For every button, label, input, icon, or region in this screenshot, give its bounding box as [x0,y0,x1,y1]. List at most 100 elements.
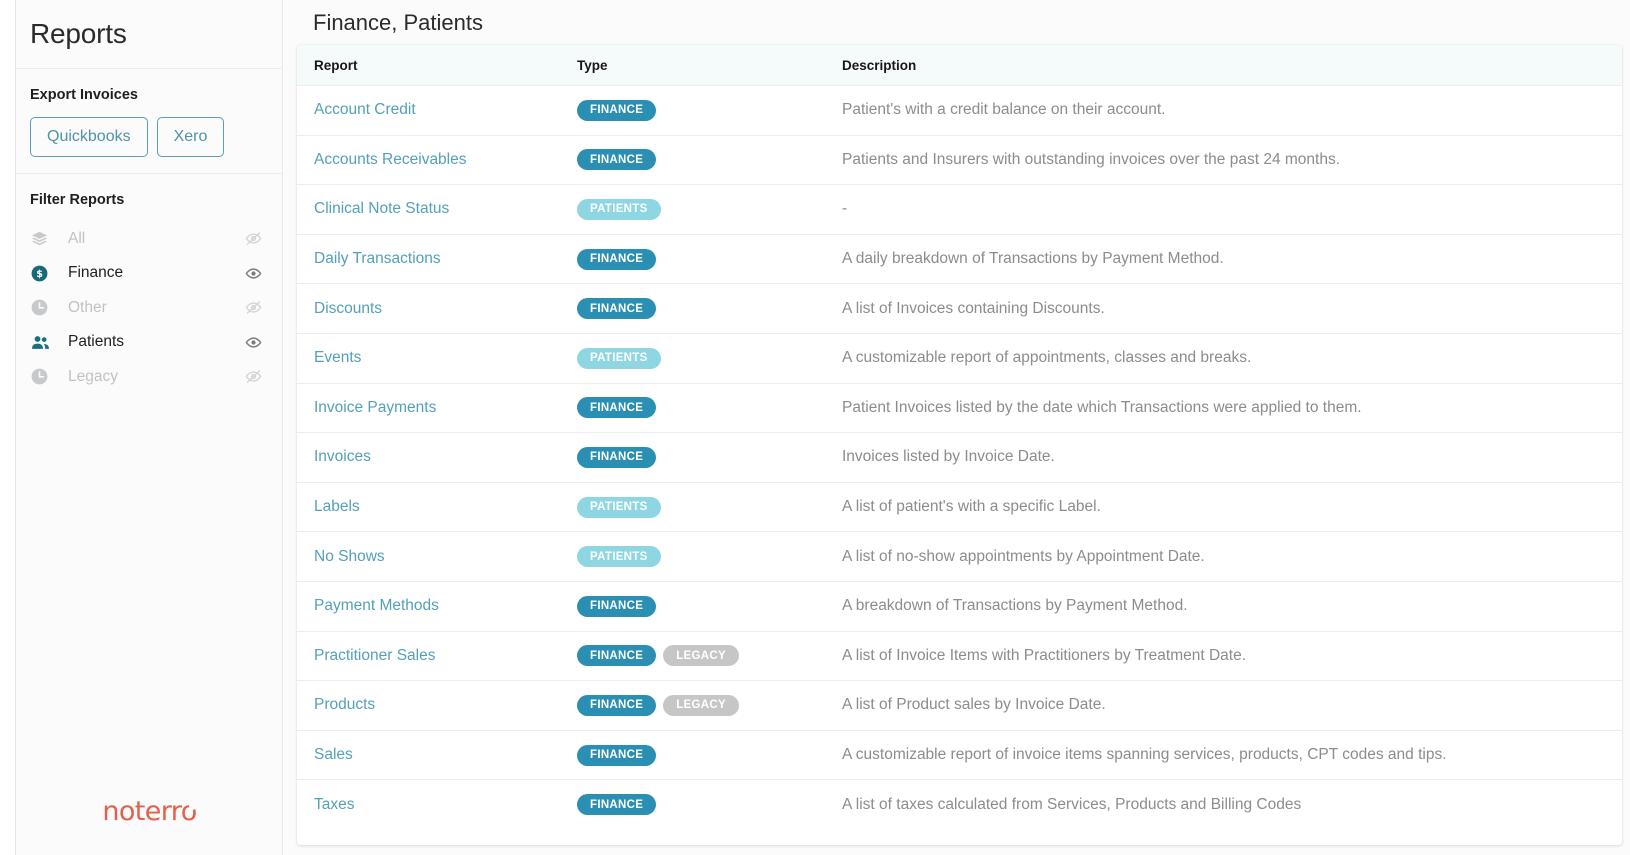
cell-type: FINANCE [577,730,838,781]
sidebar-item-other[interactable]: Other [30,291,268,326]
table-row: Practitioner Sales FINANCE LEGACY A list of… [297,631,1622,682]
cell-report: Payment Methods [297,581,577,632]
sidebar-item-all[interactable]: All [30,222,268,257]
type-badges: FINANCE [577,595,838,617]
report-description: - [842,200,848,218]
table-row: Discounts FINANCE A list of Invoices conta… [297,283,1622,334]
sidebar-item-patients[interactable]: Patients [30,325,268,360]
table-row: Taxes FINANCE A list of taxes calculated f… [297,780,1622,829]
cell-description: Patient's with a credit balance on their… [838,85,1622,136]
report-link[interactable]: Daily Transactions [297,250,441,268]
main-header: Finance, Patients [283,0,1630,45]
report-link[interactable]: Discounts [297,300,382,318]
report-link[interactable]: Accounts Receivables [297,151,467,169]
cell-type: FINANCE [577,432,838,483]
cell-type: PATIENTS [577,333,838,384]
status-badge-finance: FINANCE [577,397,657,419]
cell-type: FINANCE [577,85,838,136]
report-description: A list of patient's with a specific Labe… [842,498,1101,516]
cell-type: FINANCE LEGACY [577,631,838,682]
reports-table-card: Report Type Description Account Credit FI… [297,45,1622,845]
eye-off-icon-all[interactable] [242,230,264,247]
export-buttons-group: Quickbooks Xero [30,117,268,157]
table-row: Products FINANCE LEGACY A list of Product s… [297,680,1622,731]
status-badge-patients: PATIENTS [577,546,661,568]
report-link[interactable]: Payment Methods [297,597,439,615]
cell-report: Products [297,680,577,731]
eye-off-icon-other[interactable] [242,299,264,316]
table-row: Labels PATIENTS A list of patient's with a… [297,482,1622,533]
status-badge-finance: FINANCE [577,446,657,468]
status-badge-finance: FINANCE [577,694,657,716]
export-invoices-heading: Export Invoices [30,87,138,103]
cell-report: Discounts [297,283,577,334]
report-link[interactable]: Labels [297,498,360,516]
sidebar-item-finance[interactable]: $ Finance [30,256,268,291]
cell-type: FINANCE [577,283,838,334]
sidebar-item-label-legacy: Legacy [68,367,118,385]
report-link[interactable]: Events [297,349,361,367]
table-row: Invoices FINANCE Invoices listed by Invoic… [297,432,1622,483]
sidebar-item-label-other: Other [68,298,107,316]
type-badges: FINANCE [577,744,838,766]
xero-export-button[interactable]: Xero [156,117,225,157]
report-link[interactable]: Account Credit [297,101,416,119]
cell-type: PATIENTS [577,482,838,533]
type-badges: PATIENTS [577,198,838,220]
report-link[interactable]: Clinical Note Status [297,200,449,218]
type-badges: FINANCE [577,149,838,171]
eye-icon-patients[interactable] [242,334,264,351]
table-header-row: Report Type Description [297,45,1622,86]
report-link[interactable]: Invoices [297,448,371,466]
report-description: A daily breakdown of Transactions by Pay… [842,250,1224,268]
eye-icon-finance[interactable] [242,265,264,282]
cell-report: Invoice Payments [297,383,577,434]
report-description: Invoices listed by Invoice Date. [842,448,1055,466]
eye-off-icon-legacy[interactable] [242,368,264,385]
cell-type: FINANCE [577,234,838,285]
status-badge-patients: PATIENTS [577,496,661,518]
report-description: A list of Product sales by Invoice Date. [842,696,1106,714]
table-head: Report Type Description [297,45,1622,86]
sidebar-item-legacy[interactable]: Legacy [30,360,268,395]
report-description: Patient's with a credit balance on their… [842,101,1166,119]
status-badge-legacy: LEGACY [663,694,739,716]
report-description: A customizable report of appointments, c… [842,349,1252,367]
report-link[interactable]: No Shows [297,548,385,566]
table-row: Invoice Payments FINANCE Patient Invoices … [297,383,1622,434]
cell-report: No Shows [297,531,577,582]
type-badges: PATIENTS [577,347,838,369]
cell-description: A list of Invoice Items with Practitione… [838,631,1622,682]
table-row: Clinical Note Status PATIENTS - [297,184,1622,235]
quickbooks-export-button[interactable]: Quickbooks [30,117,148,157]
cell-description: Patient Invoices listed by the date whic… [838,383,1622,434]
clock-icon-other [30,297,56,319]
export-invoices-section: Export Invoices Quickbooks Xero [16,69,282,174]
type-badges: FINANCE [577,248,838,270]
type-badges: FINANCE LEGACY [577,645,838,667]
status-badge-finance: FINANCE [577,645,657,667]
cell-description: A list of patient's with a specific Labe… [838,482,1622,533]
report-link[interactable]: Invoice Payments [297,399,436,417]
cell-report: Sales [297,730,577,781]
report-description: A customizable report of invoice items s… [842,746,1447,764]
report-link[interactable]: Products [297,696,375,714]
main-title: Finance, Patients [313,9,483,35]
report-link[interactable]: Taxes [297,796,355,814]
report-description: A list of no-show appointments by Appoin… [842,547,1205,565]
report-link[interactable]: Practitioner Sales [297,647,435,665]
table-row: Events PATIENTS A customizable report of a… [297,333,1622,384]
cell-description: A breakdown of Transactions by Payment M… [838,581,1622,632]
cell-report: Account Credit [297,85,577,136]
cell-report: Labels [297,482,577,533]
status-badge-finance: FINANCE [577,99,657,121]
report-link[interactable]: Sales [297,746,353,764]
table-row: Payment Methods FINANCE A breakdown of Tra… [297,581,1622,632]
cell-description: - [838,184,1622,235]
table-row: Daily Transactions FINANCE A daily breakdo… [297,234,1622,285]
status-badge-finance: FINANCE [577,248,657,270]
type-badges: FINANCE [577,794,838,816]
cell-type: FINANCE [577,581,838,632]
clock-icon-legacy [30,366,56,388]
sidebar-item-label-finance: Finance [68,264,124,282]
